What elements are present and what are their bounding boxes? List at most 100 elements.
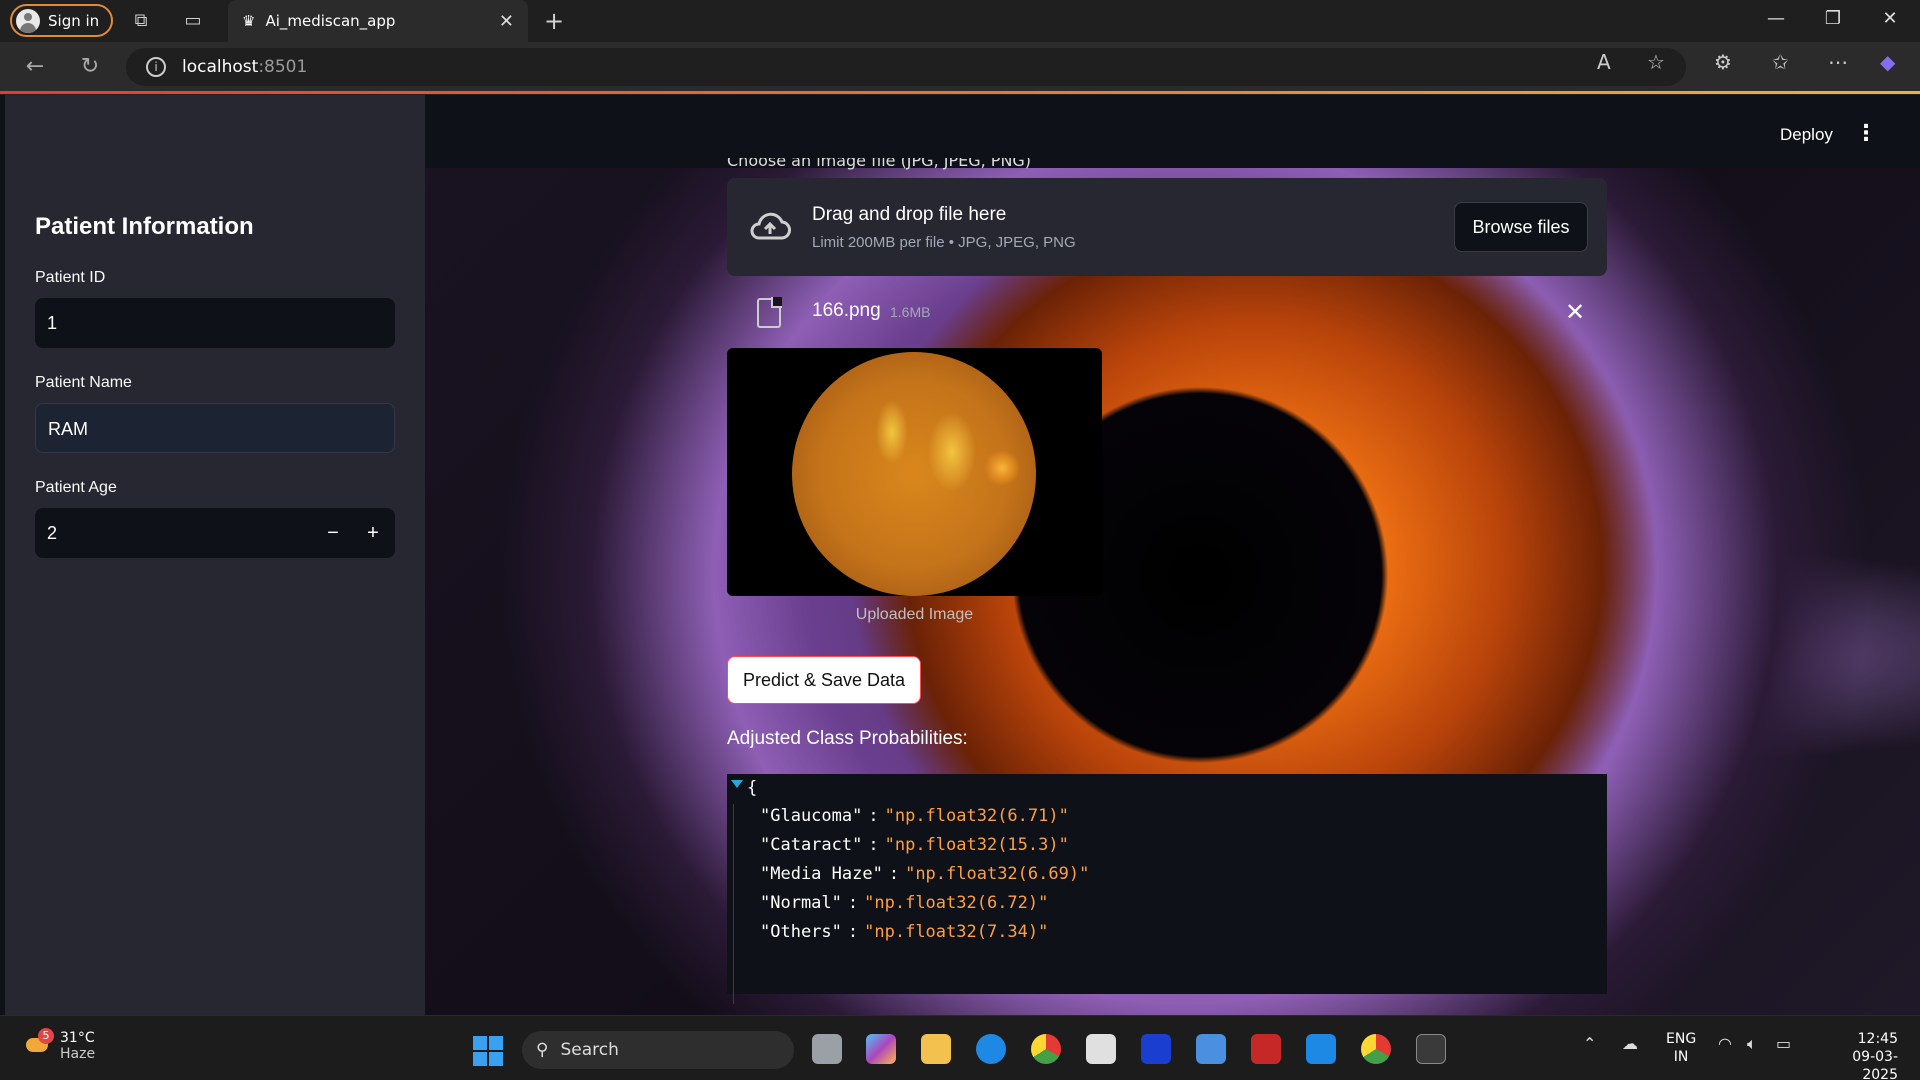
patient-name-input[interactable]: RAM bbox=[35, 403, 395, 453]
lang-top: ENG bbox=[1666, 1031, 1697, 1047]
url-host: localhost bbox=[182, 57, 259, 77]
copilot-icon[interactable]: ◆ bbox=[1880, 50, 1895, 74]
mcafee-icon[interactable] bbox=[1251, 1034, 1281, 1064]
file-size: 1.6MB bbox=[890, 304, 931, 320]
patient-age-stepper: 2 − + bbox=[35, 508, 395, 558]
chrome-icon[interactable] bbox=[1031, 1034, 1061, 1064]
language-indicator[interactable]: ENG IN bbox=[1666, 1030, 1696, 1066]
remove-file-icon[interactable]: ✕ bbox=[1565, 298, 1585, 326]
collapse-toggle-icon[interactable] bbox=[731, 780, 743, 788]
read-aloud-icon[interactable]: A bbox=[1597, 50, 1611, 74]
browser-tabbar: Sign in ⧉ ▭ ♛ Ai_mediscan_app ✕ + — ❐ ✕ bbox=[0, 0, 1920, 42]
json-key: "Normal" bbox=[760, 893, 842, 913]
restore-icon[interactable]: ❐ bbox=[1813, 8, 1853, 29]
tray-overflow-icon[interactable]: ⌃ bbox=[1583, 1034, 1596, 1053]
battery-icon[interactable]: ▭ bbox=[1776, 1034, 1791, 1053]
json-entry: "Media Haze": "np.float32(6.69)" bbox=[760, 864, 1089, 884]
task-view-icon[interactable] bbox=[812, 1034, 842, 1064]
chrome-profile-icon[interactable] bbox=[1361, 1034, 1391, 1064]
tab-favicon-icon: ♛ bbox=[242, 12, 256, 30]
tab-close-icon[interactable]: ✕ bbox=[499, 11, 514, 32]
start-button[interactable] bbox=[473, 1036, 503, 1066]
l-app-icon[interactable] bbox=[1141, 1034, 1171, 1064]
deploy-button[interactable]: Deploy bbox=[1780, 125, 1833, 145]
weather-badge: 5 bbox=[38, 1028, 54, 1044]
patient-age-label: Patient Age bbox=[35, 479, 117, 496]
back-icon[interactable]: ← bbox=[22, 54, 48, 80]
profile-icon bbox=[16, 8, 40, 33]
tab-title: Ai_mediscan_app bbox=[265, 12, 396, 30]
json-entry: "Others": "np.float32(7.34)" bbox=[760, 922, 1048, 942]
weather-desc: Haze bbox=[60, 1046, 96, 1062]
increment-button[interactable]: + bbox=[353, 508, 393, 558]
tab-actions-icon[interactable]: ▭ bbox=[182, 10, 204, 32]
url-port: :8501 bbox=[258, 57, 308, 77]
volume-icon[interactable]: 🔈︎ bbox=[1747, 1034, 1757, 1054]
site-info-icon[interactable]: i bbox=[146, 57, 166, 77]
search-icon: ⚲ bbox=[536, 1040, 549, 1060]
sidebar: Patient Information Patient ID 1 Patient… bbox=[5, 95, 425, 1015]
store-icon[interactable] bbox=[1086, 1034, 1116, 1064]
json-value: "np.float32(6.72)" bbox=[864, 893, 1049, 913]
predict-save-button[interactable]: Predict & Save Data bbox=[727, 656, 921, 704]
sidebar-title: Patient Information bbox=[35, 213, 254, 240]
decrement-button[interactable]: − bbox=[313, 508, 353, 558]
sign-in-label: Sign in bbox=[48, 11, 100, 30]
json-key: "Glaucoma" bbox=[760, 806, 863, 826]
more-options-icon[interactable]: ⋯ bbox=[1828, 50, 1848, 74]
tab-ai-mediscan[interactable]: ♛ Ai_mediscan_app ✕ bbox=[228, 0, 528, 42]
window-close-icon[interactable]: ✕ bbox=[1870, 8, 1910, 29]
clock[interactable]: 12:45 09-03-2025 bbox=[1818, 1030, 1898, 1080]
copilot-app-icon[interactable] bbox=[866, 1034, 896, 1064]
json-colon: : bbox=[847, 893, 859, 913]
clock-date: 09-03-2025 bbox=[1852, 1049, 1898, 1080]
json-key: "Others" bbox=[760, 922, 842, 942]
workspaces-icon[interactable]: ⧉ bbox=[130, 10, 152, 32]
main-menu-icon[interactable]: ⋮ bbox=[1855, 121, 1877, 146]
dropzone-title: Drag and drop file here bbox=[812, 204, 1007, 225]
json-value: "np.float32(15.3)" bbox=[884, 835, 1069, 855]
json-colon: : bbox=[868, 806, 879, 826]
sign-in-button[interactable]: Sign in bbox=[10, 4, 114, 37]
json-value: "np.float32(6.69)" bbox=[905, 864, 1090, 884]
onedrive-icon[interactable]: ☁ bbox=[1622, 1034, 1638, 1053]
taskbar: 5 31°C Haze ⚲ Search ⌃ ☁ ENG IN ◠ 🔈︎ ▭ 1… bbox=[0, 1015, 1920, 1080]
patient-id-label: Patient ID bbox=[35, 269, 106, 286]
patient-name-label: Patient Name bbox=[35, 374, 132, 391]
image-caption: Uploaded Image bbox=[855, 606, 974, 623]
edge-icon[interactable] bbox=[976, 1034, 1006, 1064]
clock-time: 12:45 bbox=[1857, 1031, 1898, 1047]
json-entry: "Cataract": "np.float32(15.3)" bbox=[760, 835, 1069, 855]
patient-id-input[interactable]: 1 bbox=[35, 298, 395, 348]
weather-icon: 5 bbox=[22, 1028, 54, 1060]
favorites-icon[interactable]: ✩ bbox=[1772, 50, 1789, 74]
minimize-icon[interactable]: — bbox=[1756, 8, 1796, 29]
file-dropzone[interactable]: Drag and drop file here Limit 200MB per … bbox=[727, 178, 1607, 276]
dropzone-limit: Limit 200MB per file • JPG, JPEG, PNG bbox=[812, 234, 1076, 251]
browse-files-button[interactable]: Browse files bbox=[1454, 202, 1588, 252]
refresh-icon[interactable]: ↻ bbox=[77, 54, 103, 80]
file-explorer-icon[interactable] bbox=[921, 1034, 951, 1064]
extensions-icon[interactable]: ⚙ bbox=[1714, 50, 1732, 74]
upload-cloud-icon bbox=[750, 212, 791, 240]
app-header: Deploy ⋮ bbox=[425, 95, 1920, 168]
address-bar-row: ← ↻ i localhost:8501 A ☆ ⚙ ✩ ⋯ ◆ bbox=[0, 42, 1920, 94]
weather-widget[interactable]: 5 31°C Haze bbox=[22, 1028, 96, 1062]
weather-temp: 31°C bbox=[60, 1030, 95, 1046]
azure-icon[interactable] bbox=[1196, 1034, 1226, 1064]
uploaded-image bbox=[727, 348, 1102, 596]
patient-age-value[interactable]: 2 bbox=[47, 508, 57, 558]
json-entry: "Glaucoma": "np.float32(6.71)" bbox=[760, 806, 1069, 826]
json-colon: : bbox=[888, 864, 900, 884]
terminal-icon[interactable] bbox=[1416, 1034, 1446, 1064]
wifi-icon[interactable]: ◠ bbox=[1718, 1034, 1732, 1053]
json-key: "Cataract" bbox=[760, 835, 863, 855]
favorite-star-icon[interactable]: ☆ bbox=[1647, 50, 1665, 74]
vscode-icon[interactable] bbox=[1306, 1034, 1336, 1064]
json-viewer: { "Glaucoma": "np.float32(6.71)" "Catarac… bbox=[727, 774, 1607, 1004]
new-tab-icon[interactable]: + bbox=[543, 9, 565, 33]
json-gutter bbox=[733, 804, 734, 1004]
url-field[interactable]: i localhost:8501 bbox=[126, 48, 1686, 86]
taskbar-search[interactable]: ⚲ Search bbox=[522, 1031, 794, 1069]
uploaded-file-row: 166.png 1.6MB ✕ bbox=[727, 278, 1607, 344]
